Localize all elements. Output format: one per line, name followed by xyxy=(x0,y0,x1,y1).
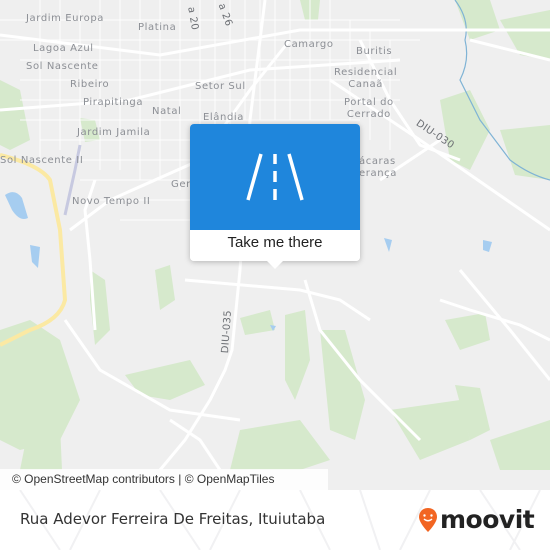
place-label: Setor Sul xyxy=(195,81,246,92)
map-attribution[interactable]: © OpenStreetMap contributors | © OpenMap… xyxy=(0,469,328,490)
take-me-there-button[interactable]: Take me there xyxy=(190,234,360,251)
popup-header[interactable] xyxy=(190,124,360,230)
map[interactable]: Jardim Europa Platina Lagoa Azul Sol Nas… xyxy=(0,0,550,490)
location-title: Rua Adevor Ferreira De Freitas, Ituiutab… xyxy=(20,510,326,528)
place-label: Sol Nascente xyxy=(26,61,99,72)
place-label: Lagoa Azul xyxy=(33,43,94,54)
take-me-there-popup[interactable]: Take me there xyxy=(190,124,360,269)
popup-pointer xyxy=(266,260,284,269)
place-label: Buritis xyxy=(356,46,393,57)
footer: Rua Adevor Ferreira De Freitas, Ituiutab… xyxy=(0,490,550,550)
place-label: Residencial Canaã xyxy=(334,67,398,90)
place-label: Portal do Cerrado xyxy=(344,97,394,120)
place-label: Sol Nascente II xyxy=(0,155,84,166)
place-label: Platina xyxy=(138,22,177,33)
moovit-wordmark: moovit xyxy=(440,505,535,534)
moovit-pin-icon xyxy=(419,508,437,532)
place-label: Ribeiro xyxy=(70,79,110,90)
place-label: Pirapitinga xyxy=(83,97,144,108)
place-label: Camargo xyxy=(284,39,334,50)
place-label: ácaras erança xyxy=(359,156,397,179)
place-label: Novo Tempo II xyxy=(72,196,151,207)
moovit-logo[interactable]: moovit xyxy=(418,505,535,534)
place-label: Jardim Jamila xyxy=(77,127,151,138)
place-label: Elândia xyxy=(203,112,245,123)
place-label: Natal xyxy=(152,106,182,117)
place-label: Jardim Europa xyxy=(26,13,105,24)
road-icon xyxy=(246,153,304,201)
